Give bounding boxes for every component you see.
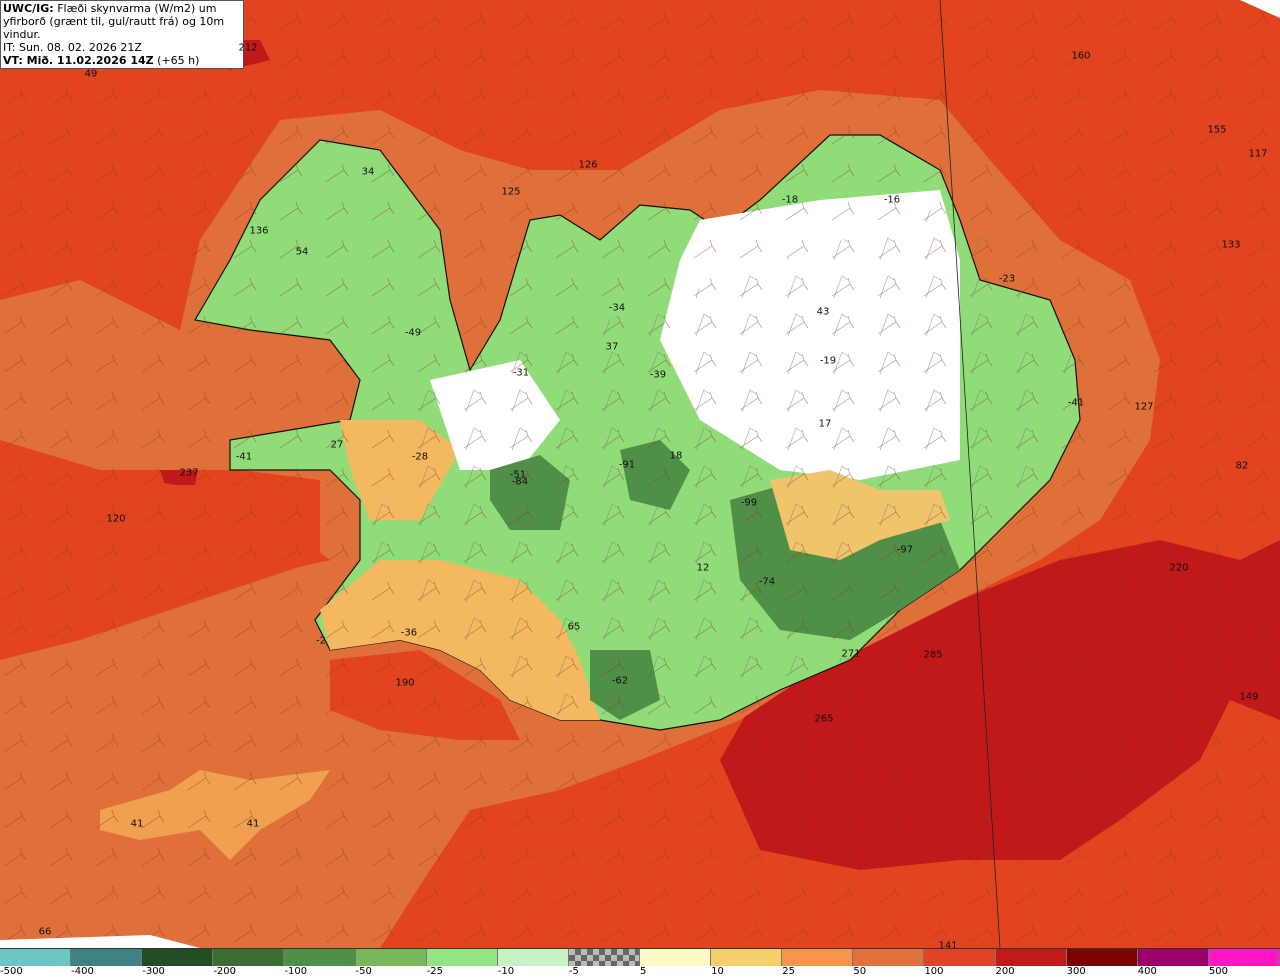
color-legend: -500 -400 -300 -200 -100 -50 -25 -10 -5 5 10 25 50 10… xyxy=(0,948,1280,978)
map-value-label: 41 xyxy=(246,818,260,830)
map-value-label: 41 xyxy=(130,818,144,830)
map-value-label: 126 xyxy=(578,159,598,171)
map-value-label: -41 xyxy=(235,451,253,463)
map-value-label: -41 xyxy=(1067,397,1085,409)
map-value-label: -2 xyxy=(316,635,326,647)
legend-swatch xyxy=(355,949,427,966)
legend-swatch xyxy=(1208,949,1280,966)
legend-tick-label: 400 xyxy=(1137,966,1157,977)
legend-tick-label: 25 xyxy=(782,966,795,977)
map-value-label: -84 xyxy=(511,476,529,488)
legend-swatch xyxy=(1137,949,1209,966)
legend-tick-label: 100 xyxy=(924,966,944,977)
legend-swatch xyxy=(142,949,214,966)
map-value-label: 265 xyxy=(814,713,834,725)
legend-tick-label: 5 xyxy=(640,966,647,977)
legend-swatch xyxy=(284,949,356,966)
legend-tick-label: -200 xyxy=(213,966,237,977)
legend-tick-label: 500 xyxy=(1208,966,1228,977)
legend-tick-label: -50 xyxy=(355,966,372,977)
map-value-label: 190 xyxy=(395,677,415,689)
map-value-label: 65 xyxy=(567,621,581,633)
initial-time: IT: Sun. 08. 02. 2026 21Z xyxy=(3,41,142,54)
map-value-label: 220 xyxy=(1169,562,1189,574)
legend-swatch xyxy=(711,949,783,966)
map-value-label: 82 xyxy=(1235,460,1249,472)
map-value-label: -31 xyxy=(512,367,530,379)
map-value-label: 149 xyxy=(1239,691,1259,703)
map-value-label: 285 xyxy=(923,649,943,661)
map-value-label: -91 xyxy=(618,459,636,471)
legend-swatch xyxy=(213,949,285,966)
map-value-label: 127 xyxy=(1134,401,1154,413)
map-value-label: 37 xyxy=(605,341,619,353)
map-value-label: -23 xyxy=(998,273,1016,285)
map-value-label: -36 xyxy=(400,627,418,639)
legend-tick-label: 10 xyxy=(711,966,724,977)
legend-swatch xyxy=(924,949,996,966)
title-line-2: yfirborð (grænt til, gul/rautt frá) og 1… xyxy=(3,15,225,41)
map-value-label: 212 xyxy=(238,42,258,54)
map-value-label: 120 xyxy=(106,513,126,525)
legend-swatch xyxy=(426,949,498,966)
valid-time: VT: Mið. 11.02.2026 14Z xyxy=(3,54,154,67)
legend-swatch xyxy=(639,949,712,966)
legend-tick-label: -10 xyxy=(497,966,515,977)
map-value-label: 237 xyxy=(179,467,199,479)
map-value-label: -62 xyxy=(611,675,629,687)
map-value-label: 27 xyxy=(330,439,344,451)
legend-tick-label: -300 xyxy=(142,966,165,977)
map-value-label: 160 xyxy=(1071,50,1091,62)
map-value-label: 43 xyxy=(816,306,830,318)
legend-swatch xyxy=(995,949,1067,966)
legend-tick-label: 50 xyxy=(853,966,867,977)
legend-swatch xyxy=(497,949,569,966)
legend-tick-label: -100 xyxy=(284,966,308,977)
legend-tick-label: -25 xyxy=(426,966,443,977)
map-value-label: 66 xyxy=(38,926,52,938)
legend-swatch xyxy=(0,949,72,966)
map-value-label: 12 xyxy=(696,562,710,574)
forecast-offset: (+65 h) xyxy=(157,54,200,67)
map-value-label: 133 xyxy=(1221,239,1241,251)
legend-tick-label: -500 xyxy=(0,966,23,977)
map-value-label: -39 xyxy=(649,369,667,381)
map-value-label: 271 xyxy=(841,648,861,660)
legend-swatch xyxy=(568,949,640,966)
map-value-label: -28 xyxy=(411,451,429,463)
map-value-label: 18 xyxy=(669,450,683,462)
map-info-box: UWC/IG: Flæði skynvarma (W/m2) um yfirbo… xyxy=(0,0,244,69)
legend-tick-label: -5 xyxy=(568,966,579,977)
legend-swatch xyxy=(71,949,143,966)
map-value-label: 34 xyxy=(361,166,375,178)
map-value-label: -16 xyxy=(883,194,901,206)
map-value-label: -19 xyxy=(819,355,837,367)
map-value-label: -97 xyxy=(896,544,914,556)
map-value-label: 155 xyxy=(1207,124,1227,136)
map-value-label: 125 xyxy=(501,186,521,198)
map-value-label: 49 xyxy=(84,68,98,80)
map-value-label: 136 xyxy=(249,225,269,237)
legend-swatch xyxy=(853,949,925,966)
map-value-label: 54 xyxy=(295,246,309,258)
title-line-1: Flæði skynvarma (W/m2) um xyxy=(57,2,217,15)
map-value-label: -34 xyxy=(608,302,626,314)
map-value-label: 17 xyxy=(818,418,832,430)
legend-tick-label: 300 xyxy=(1066,966,1086,977)
map-value-label: -49 xyxy=(404,327,422,339)
map-value-label: -74 xyxy=(758,576,776,588)
source-label: UWC/IG: xyxy=(3,2,54,15)
legend-swatch xyxy=(1066,949,1138,966)
legend-swatch xyxy=(782,949,854,966)
map-value-label: 117 xyxy=(1248,148,1268,160)
map-value-label: -18 xyxy=(781,194,799,206)
legend-tick-label: -400 xyxy=(71,966,94,977)
legend-tick-label: 200 xyxy=(995,966,1015,977)
map-value-label: -99 xyxy=(740,497,758,509)
